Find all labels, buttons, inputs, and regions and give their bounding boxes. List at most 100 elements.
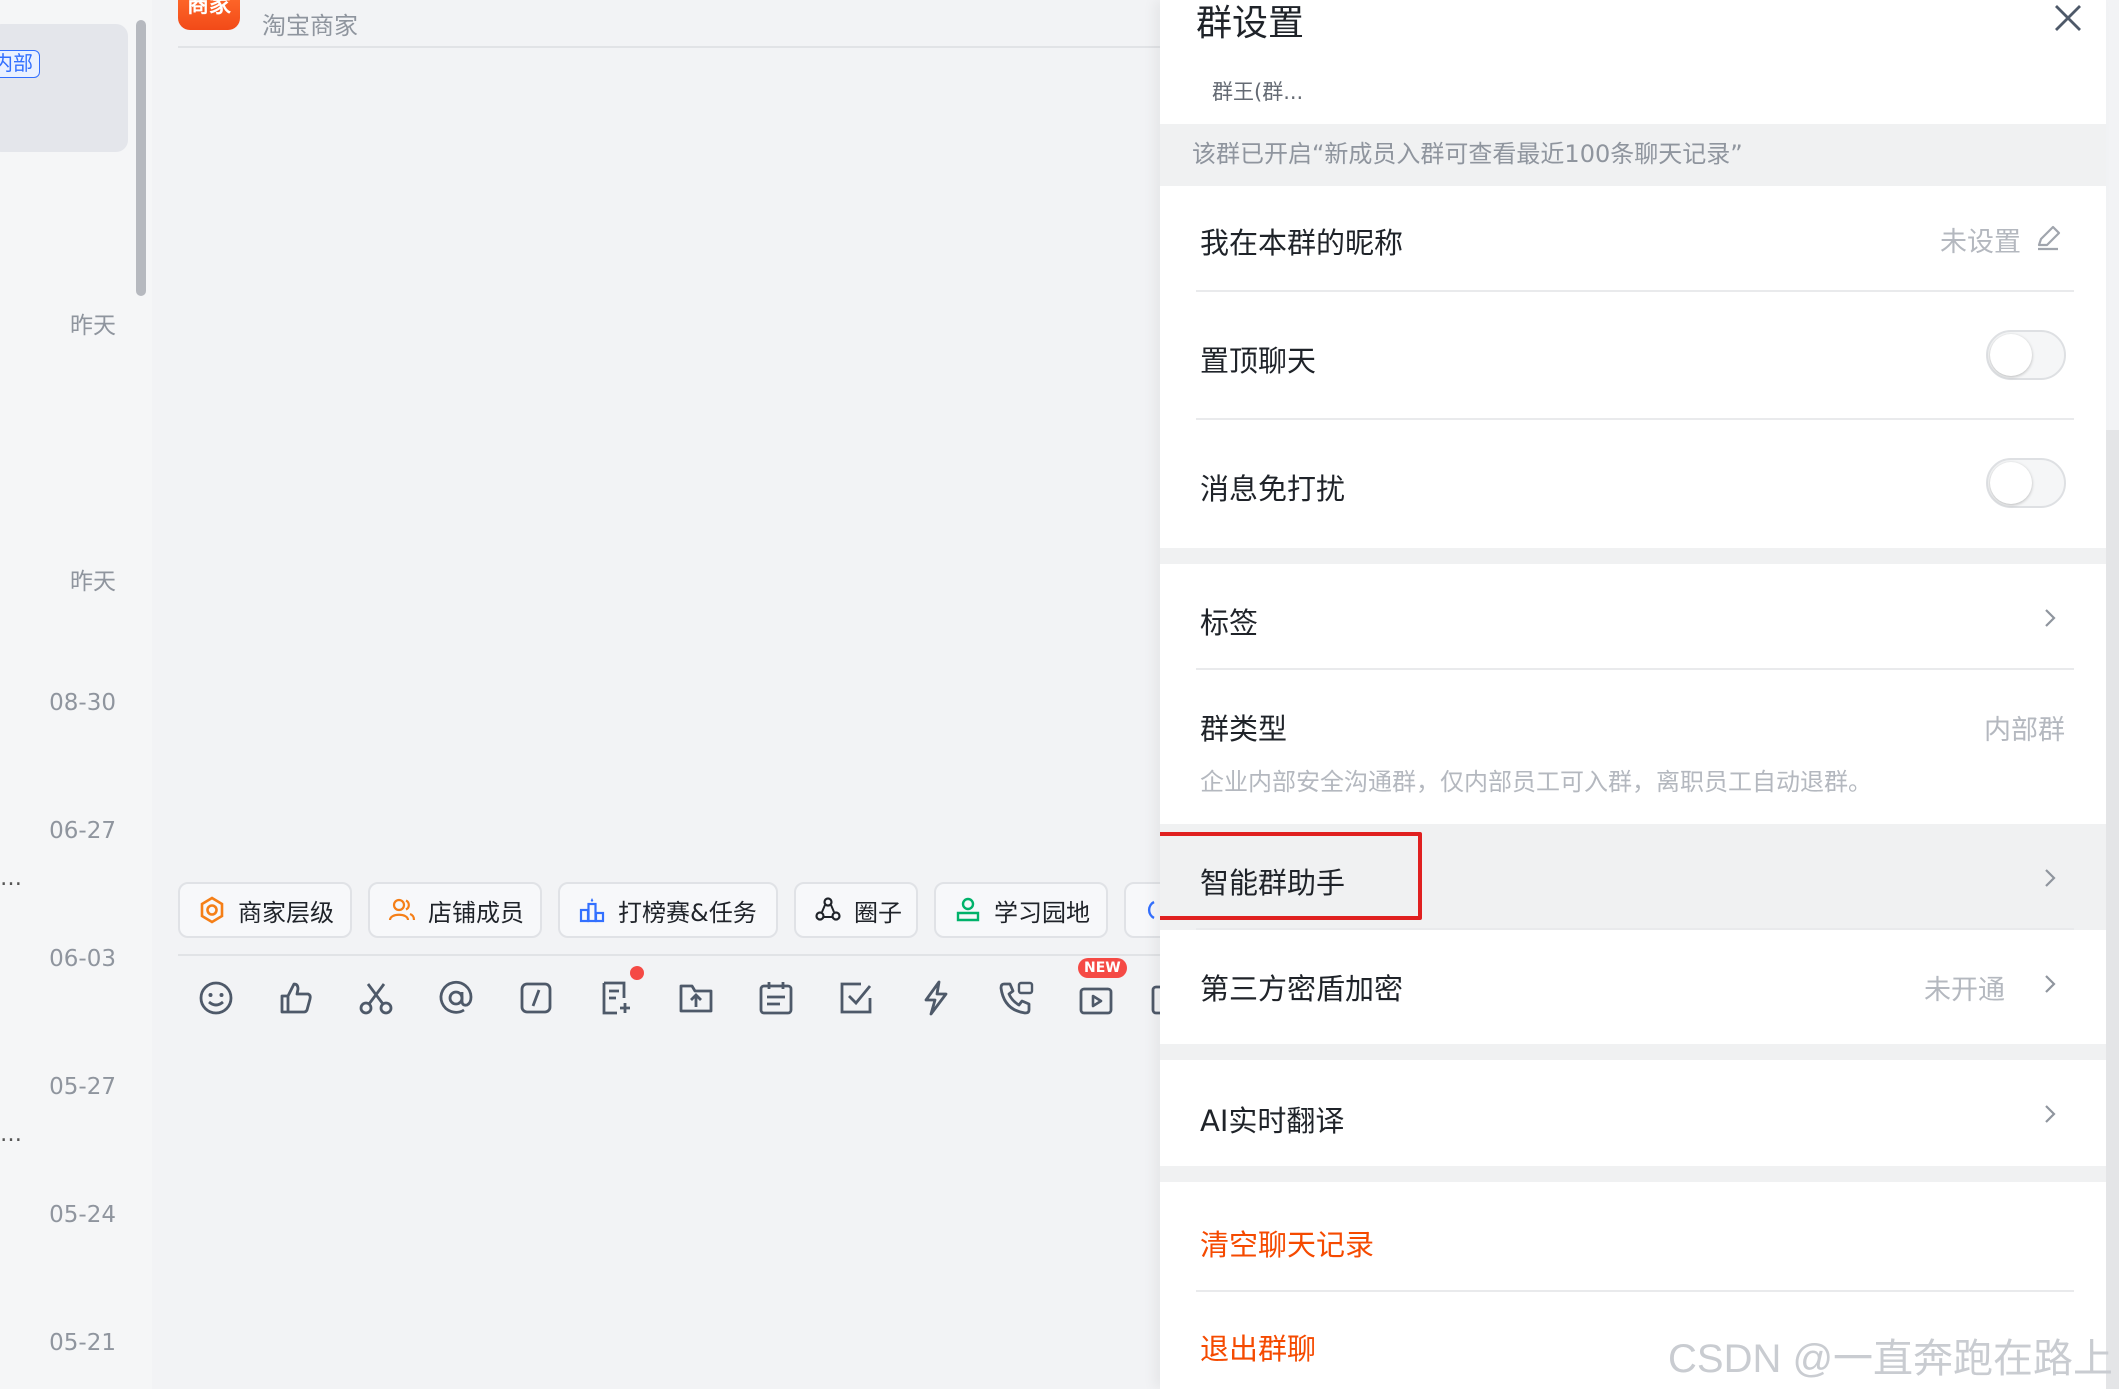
shortcut-leaderboard-tasks[interactable]: 打榜赛&任务 xyxy=(558,882,778,938)
tags-row[interactable]: 标签 xyxy=(1160,564,2106,670)
conversation-item-active[interactable] xyxy=(0,24,128,152)
thumbs-up-button[interactable] xyxy=(268,970,324,1026)
mention-icon xyxy=(439,980,473,1014)
shortcut-merchant-level[interactable]: 商家层级 xyxy=(178,882,352,938)
phone-call-icon xyxy=(999,981,1034,1015)
conversation-date: 06-03 xyxy=(49,946,116,972)
shortcut-label: 圈子 xyxy=(854,898,902,927)
chat-subtitle: 淘宝商家 xyxy=(262,12,358,40)
chevron-right-icon xyxy=(2045,869,2056,887)
section-gap xyxy=(1160,548,2106,564)
shortcut-label: 商家层级 xyxy=(238,898,334,927)
clear-history-label: 清空聊天记录 xyxy=(1200,1228,1375,1262)
toolbar-divider xyxy=(178,954,1160,956)
edit-pencil-icon[interactable] xyxy=(2034,224,2062,252)
mute-toggle[interactable] xyxy=(1986,458,2066,508)
group-type-description: 企业内部安全沟通群，仅内部员工可入群，离职员工自动退群。 xyxy=(1200,768,1872,796)
conversation-date: 08-30 xyxy=(49,690,116,716)
call-button[interactable] xyxy=(988,970,1044,1026)
conversation-list: 内部 昨天 昨天 08-30 06-27 … 06-03 05-27 … 05-… xyxy=(0,0,152,1389)
section-gap xyxy=(1160,1044,2106,1060)
group-settings-panel: 群设置 群王(群... 该群已开启“新成员入群可查看最近100条聊天记录” 我在… xyxy=(1160,0,2106,1389)
encryption-label: 第三方密盾加密 xyxy=(1200,972,1404,1006)
conversation-date: 昨天 xyxy=(70,569,116,595)
chat-area: 商家 淘宝商家 商家层级 店铺成员 打榜赛&任务 圈子 学习园地 NEW xyxy=(152,0,1184,1389)
toggle-knob xyxy=(1990,334,2032,376)
panel-title: 群设置 xyxy=(1196,3,1305,44)
shortcut-label: 学习园地 xyxy=(994,898,1090,927)
conversation-date: 05-27 xyxy=(49,1074,116,1100)
nickname-row[interactable]: 我在本群的昵称 未设置 xyxy=(1160,186,2106,292)
conversation-date: 05-24 xyxy=(49,1202,116,1228)
shortcut-circle[interactable]: 圈子 xyxy=(794,882,918,938)
pin-chat-label: 置顶聊天 xyxy=(1200,344,1317,378)
screenshot-button[interactable] xyxy=(348,970,404,1026)
shortcut-store-members[interactable]: 店铺成员 xyxy=(368,882,542,938)
conversation-date: 昨天 xyxy=(70,313,116,339)
lightning-icon xyxy=(924,980,948,1016)
more-toolbar-button[interactable] xyxy=(1148,970,1160,1026)
live-video-icon xyxy=(1079,987,1113,1015)
conversation-date: 06-27 xyxy=(49,818,116,844)
leave-group-label: 退出群聊 xyxy=(1200,1332,1317,1366)
calendar-icon xyxy=(759,982,793,1015)
upload-file-icon xyxy=(679,984,713,1013)
close-icon xyxy=(2055,5,2081,31)
slash-command-icon xyxy=(520,982,552,1014)
calendar-button[interactable] xyxy=(748,970,804,1026)
chevron-right-icon xyxy=(2045,975,2056,993)
close-button[interactable] xyxy=(2050,0,2086,36)
input-toolbar: NEW xyxy=(188,958,1160,1026)
members-icon xyxy=(388,896,416,924)
mute-label: 消息免打扰 xyxy=(1200,472,1346,506)
ai-translate-label: AI实时翻译 xyxy=(1200,1104,1345,1138)
mute-row: 消息免打扰 xyxy=(1160,420,2106,548)
mention-button[interactable] xyxy=(428,970,484,1026)
toggle-knob xyxy=(1990,462,2032,504)
learning-icon xyxy=(954,896,982,924)
ai-translate-row[interactable]: AI实时翻译 xyxy=(1160,1060,2106,1166)
chevron-right-icon xyxy=(2045,609,2056,627)
clear-history-row[interactable]: 清空聊天记录 xyxy=(1160,1182,2106,1292)
conversation-list-scrollbar[interactable] xyxy=(136,20,146,296)
encryption-value: 未开通 xyxy=(1924,975,2005,1006)
conversation-date: 05-21 xyxy=(49,1330,116,1356)
shortcut-learning[interactable]: 学习园地 xyxy=(934,882,1108,938)
watermark: CSDN @一直奔跑在路上 xyxy=(1668,1337,2114,1381)
medal-icon xyxy=(198,896,226,924)
upload-file-button[interactable] xyxy=(668,970,724,1026)
slash-command-button[interactable] xyxy=(508,970,564,1026)
tags-label: 标签 xyxy=(1200,606,1259,640)
internal-tag-badge: 内部 xyxy=(0,50,40,78)
shortcut-label: 店铺成员 xyxy=(428,898,524,927)
quick-action-button[interactable] xyxy=(908,970,964,1026)
task-button[interactable] xyxy=(828,970,884,1026)
new-badge: NEW xyxy=(1078,958,1127,978)
scissors-icon xyxy=(359,983,393,1015)
nickname-value: 未设置 xyxy=(1940,227,2021,258)
more-icon xyxy=(1151,985,1160,1015)
encryption-row[interactable]: 第三方密盾加密 未开通 xyxy=(1160,930,2106,1044)
pin-chat-toggle[interactable] xyxy=(1986,330,2066,380)
group-owner-text: 群王(群... xyxy=(1212,80,1304,104)
conversation-preview-truncation: … xyxy=(0,1122,22,1147)
emoji-icon xyxy=(199,981,233,1015)
emoji-button[interactable] xyxy=(188,970,244,1026)
circle-group-icon xyxy=(814,896,842,924)
new-doc-icon xyxy=(602,981,630,1015)
thumbs-up-icon xyxy=(280,982,312,1014)
podium-icon xyxy=(578,896,606,924)
new-doc-button[interactable] xyxy=(588,966,644,1026)
history-notice-banner: 该群已开启“新成员入群可查看最近100条聊天记录” xyxy=(1160,124,2106,186)
pin-chat-row: 置顶聊天 xyxy=(1160,292,2106,420)
conversation-preview-truncation: … xyxy=(0,866,22,891)
chevron-right-icon xyxy=(2045,1105,2056,1123)
live-video-button[interactable]: NEW xyxy=(1068,958,1127,1026)
panel-scrollbar[interactable] xyxy=(2106,430,2119,1389)
chat-header: 商家 淘宝商家 xyxy=(178,0,1160,48)
shortcut-bar: 商家层级 店铺成员 打榜赛&任务 圈子 学习园地 xyxy=(178,882,1184,940)
section-gap xyxy=(1160,1166,2106,1182)
task-check-icon xyxy=(840,982,872,1014)
unread-dot xyxy=(630,966,644,980)
nickname-label: 我在本群的昵称 xyxy=(1200,226,1404,260)
